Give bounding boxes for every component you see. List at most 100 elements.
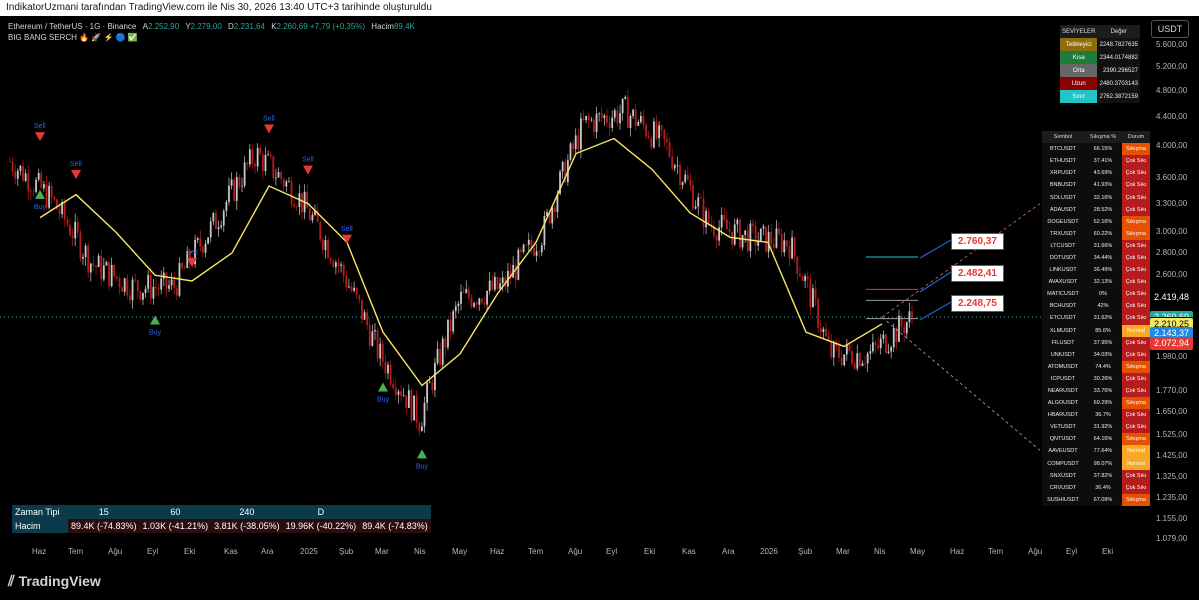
scanner-row: LINKUSDT 36.49% Çok Sıkı [1042, 264, 1150, 277]
scanner-symbol: DOGEUSDT [1042, 215, 1084, 228]
scanner-symbol: ETCUSDT [1042, 312, 1084, 325]
y-tick-label: 2.800,00 [1156, 247, 1188, 257]
candle-body [74, 221, 77, 239]
candle-body [871, 342, 874, 352]
candle-body [653, 121, 655, 148]
scanner-symbol: CRVUSDT [1042, 481, 1084, 494]
candle-body [788, 246, 791, 259]
candle-body [658, 125, 661, 139]
level-value: 2480.3703143 [1097, 77, 1140, 90]
candle-body [765, 226, 767, 252]
scanner-status: Çok Sıkı [1122, 348, 1150, 361]
chart-area[interactable]: Buy Sell Buy Sell Sell Sell Sell Sell Buy Buy [0, 16, 1199, 564]
price-tag: 2.072,94 [1150, 337, 1194, 351]
y-tick-label: 5.200,00 [1156, 62, 1188, 72]
price-chart[interactable]: Buy Sell Buy Sell Sell Sell Sell Sell Buy Buy [0, 16, 1199, 564]
scanner-status: Çok Sıkı [1122, 300, 1150, 313]
candle-body [431, 382, 434, 391]
scanner-status: Çok Sıkı [1122, 481, 1150, 494]
scanner-symbol: AAVEUSDT [1042, 445, 1084, 458]
scanner-pct: 62.16% [1084, 215, 1122, 228]
candle-body [84, 245, 87, 258]
scanner-status: Sıkışma [1122, 227, 1150, 240]
scanner-pct: 37.95% [1084, 336, 1122, 349]
candle-body [342, 264, 345, 276]
scanner-row: XLMUSDT 85.6% Normal [1042, 324, 1150, 337]
scanner-status: Çok Sıkı [1122, 167, 1150, 180]
scanner-status: Çok Sıkı [1122, 384, 1150, 398]
candle-body [530, 239, 533, 248]
candle-body [134, 279, 137, 281]
candle-body [220, 225, 223, 228]
tradingview-logo[interactable]: ⫽ TradingView [8, 573, 101, 590]
candle-body [14, 171, 17, 179]
sell-signal-marker [303, 165, 313, 175]
candle-body [259, 147, 262, 155]
candle-body [277, 172, 280, 178]
candle-body [551, 207, 554, 224]
candle-body [324, 239, 327, 250]
candle-body [754, 225, 757, 246]
scanner-row: ATOMUSDT 74.4% Sıkışma [1042, 360, 1150, 373]
candle-body [269, 154, 272, 157]
y-tick-label: 1.235,00 [1156, 493, 1188, 503]
legend-close: 2.260,69 [276, 22, 308, 31]
candle-body [793, 237, 796, 257]
buy-signal-label: Buy [416, 463, 429, 470]
candle-body [69, 224, 71, 236]
candle-body [694, 206, 697, 209]
candle-body [181, 263, 183, 268]
candle-body [527, 239, 530, 245]
candle-body [806, 276, 809, 280]
scanner-row: BCHUSDT 42% Çok Sıkı [1042, 300, 1150, 313]
indicator-legend[interactable]: BIG BANG SERCH 🔥 🚀 ⚡ 🔵 ✅ [8, 33, 138, 42]
scanner-status: Çok Sıkı [1122, 155, 1150, 168]
candle-body [272, 156, 275, 179]
price-tag: 2.419,48 [1150, 290, 1194, 304]
scanner-status: Çok Sıkı [1122, 264, 1150, 277]
candle-body [692, 185, 694, 209]
candle-body [885, 334, 887, 353]
candle-body [752, 223, 754, 226]
scanner-row: AAVEUSDT 77.64% Normal [1042, 445, 1150, 458]
candle-body [613, 110, 616, 118]
candle-body [405, 395, 408, 408]
x-tick-label: Eyl [147, 547, 159, 556]
level-name: Uzun [1060, 77, 1098, 90]
candle-body [454, 306, 457, 312]
candle-body [637, 121, 640, 126]
scanner-header-pct: Sıkışma % [1084, 131, 1122, 144]
currency-button[interactable]: USDT [1151, 20, 1189, 38]
x-tick-label: Şub [798, 547, 813, 556]
candle-body [611, 117, 614, 128]
candle-body [63, 202, 66, 220]
candle-body [387, 364, 389, 374]
candle-body [355, 287, 358, 295]
candle-body [822, 328, 825, 333]
candle-body [267, 154, 269, 156]
scanner-pct: 37.82% [1084, 469, 1122, 482]
y-tick-label: 1.079,00 [1156, 534, 1188, 543]
candle-body [538, 251, 541, 253]
candle-body [843, 354, 846, 366]
x-tick-label: Mar [375, 547, 389, 556]
candle-body [642, 115, 645, 125]
scanner-row: DOGEUSDT 62.16% Sıkışma [1042, 215, 1150, 228]
candle-body [53, 197, 56, 200]
scanner-pct: 28.52% [1084, 203, 1122, 216]
candle-body [225, 201, 228, 211]
candle-body [139, 291, 142, 300]
y-tick-label: 1.155,00 [1156, 513, 1188, 523]
candle-body [491, 280, 494, 290]
callout-pointer [919, 271, 952, 293]
candle-body [155, 286, 157, 289]
sell-signal-label: Sell [70, 161, 82, 168]
level-value: 2344.0174882 [1097, 51, 1140, 64]
candle-body [882, 334, 885, 339]
scanner-symbol: FILUSDT [1042, 336, 1084, 349]
scanner-symbol: LTCUSDT [1042, 239, 1084, 252]
candle-body [553, 207, 556, 213]
candle-body [157, 288, 160, 290]
scanner-pct: 0% [1084, 288, 1122, 301]
candle-body [621, 98, 624, 114]
